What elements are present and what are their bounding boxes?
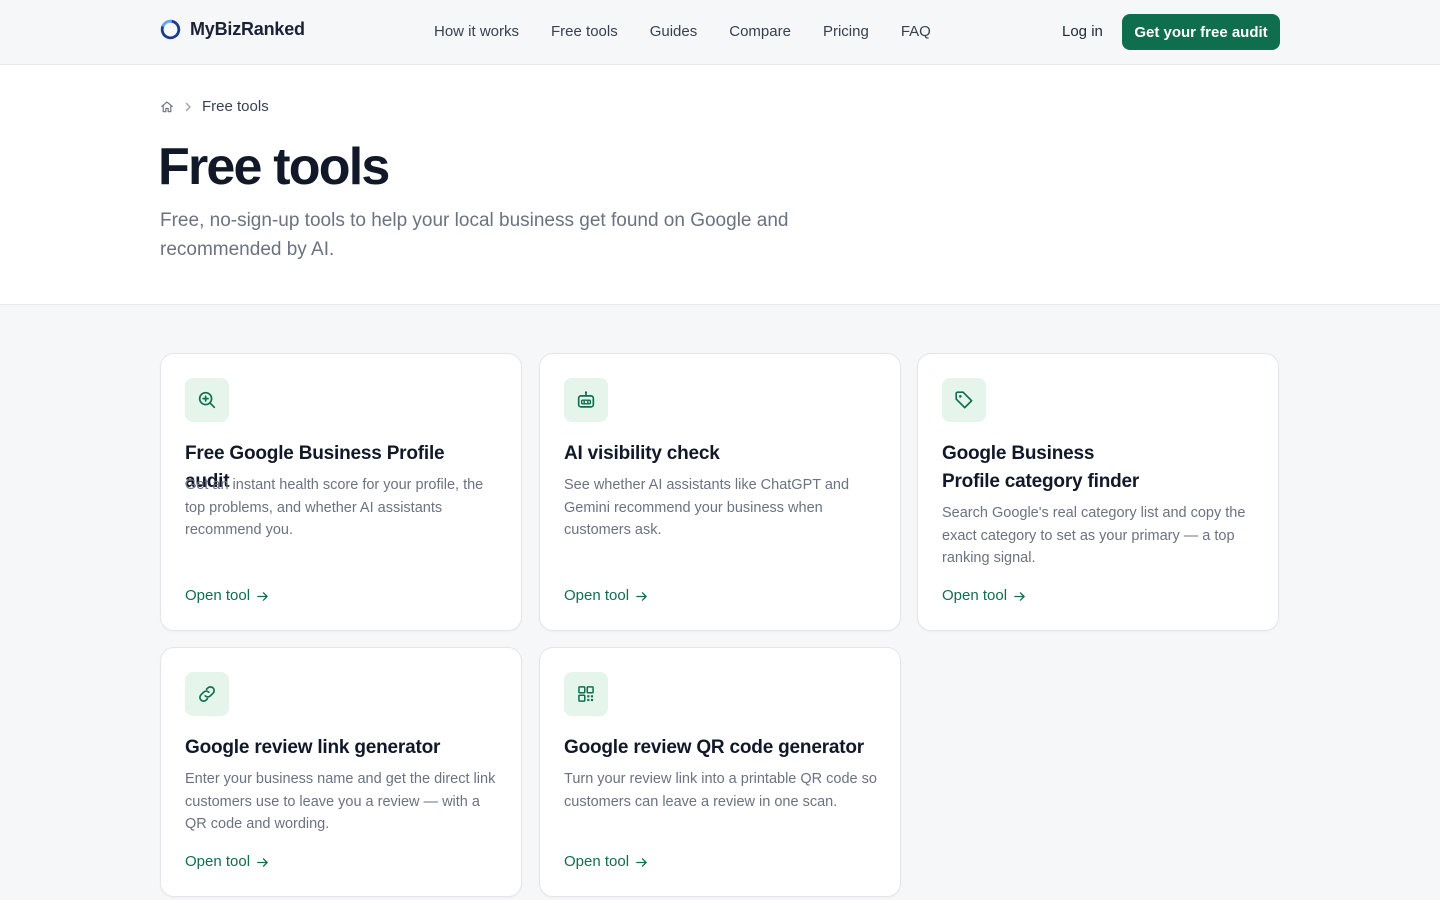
tool-card-qr-generator[interactable]: Google review QR code generator Turn you… [539, 647, 901, 897]
brand-logo-link[interactable]: MyBizRanked [160, 19, 305, 40]
nav-how-it-works[interactable]: How it works [434, 22, 519, 42]
tool-card-icon-wrap [185, 378, 229, 422]
main-nav: How it works Free tools Guides Compare P… [434, 22, 931, 42]
open-tool-label: Open tool [564, 587, 630, 604]
tool-card-review-link[interactable]: Google review link generator Enter your … [160, 647, 522, 897]
page-title: Free tools [158, 138, 390, 196]
tool-card-icon-wrap [564, 378, 608, 422]
tool-card-icon-wrap [185, 672, 229, 716]
nav-pricing[interactable]: Pricing [823, 22, 869, 42]
brand-logo-icon [160, 19, 181, 40]
nav-compare[interactable]: Compare [729, 22, 791, 42]
open-tool-label: Open tool [185, 587, 251, 604]
hero-section: Free tools Free tools Free, no-sign-up t… [0, 65, 1440, 305]
open-tool-link[interactable]: Open tool [185, 852, 269, 872]
site-header: MyBizRanked How it works Free tools Guid… [0, 0, 1440, 65]
tool-card-icon-wrap [942, 378, 986, 422]
chevron-right-icon [185, 102, 191, 112]
tool-card-title: Google review link generator [185, 737, 441, 758]
tool-card-description: See whether AI assistants like ChatGPT a… [564, 477, 850, 538]
nav-free-tools[interactable]: Free tools [551, 22, 618, 42]
tool-card-description: Search Google's real category list and c… [942, 505, 1246, 566]
open-tool-link[interactable]: Open tool [942, 586, 1026, 606]
tool-card-description: Get an instant health score for your pro… [185, 477, 484, 538]
qr-code-icon [578, 686, 594, 702]
breadcrumb-home-link[interactable] [160, 100, 174, 114]
tool-card-title: Google review QR code generator [564, 737, 864, 758]
tool-card-ai-visibility[interactable]: AI visibility check See whether AI assis… [539, 353, 901, 631]
open-tool-link[interactable]: Open tool [564, 586, 648, 606]
arrow-right-icon [257, 857, 268, 867]
search-plus-icon [198, 391, 216, 409]
home-icon [161, 101, 173, 113]
arrow-right-icon [636, 591, 647, 601]
tool-card-title: Google Business Profile category finder [942, 443, 1140, 492]
tool-card-description: Enter your business name and get the dir… [185, 771, 496, 832]
breadcrumb: Free tools [160, 98, 269, 116]
tool-card-description: Turn your review link into a printable Q… [564, 771, 877, 810]
breadcrumb-current: Free tools [202, 98, 269, 115]
tool-card-gbp-audit[interactable]: Free Google Business Profile audit Get a… [160, 353, 522, 631]
page-subtitle: Free, no-sign-up tools to help your loca… [160, 210, 789, 260]
login-link[interactable]: Log in [1062, 22, 1103, 42]
tag-icon [955, 391, 973, 409]
tool-card-title: AI visibility check [564, 443, 720, 464]
tool-card-category-finder[interactable]: Google Business Profile category finder … [917, 353, 1279, 631]
arrow-right-icon [1014, 591, 1025, 601]
link-icon [199, 686, 215, 702]
robot-icon [577, 391, 595, 408]
open-tool-label: Open tool [185, 853, 251, 870]
tool-card-icon-wrap [564, 672, 608, 716]
nav-faq[interactable]: FAQ [901, 22, 931, 42]
nav-guides[interactable]: Guides [650, 22, 698, 42]
brand-name: MyBizRanked [190, 19, 305, 39]
free-audit-button[interactable]: Get your free audit [1122, 14, 1280, 50]
open-tool-label: Open tool [564, 853, 630, 870]
arrow-right-icon [636, 857, 647, 867]
open-tool-link[interactable]: Open tool [185, 586, 269, 606]
open-tool-link[interactable]: Open tool [564, 852, 648, 872]
open-tool-label: Open tool [942, 587, 1008, 604]
arrow-right-icon [257, 591, 268, 601]
